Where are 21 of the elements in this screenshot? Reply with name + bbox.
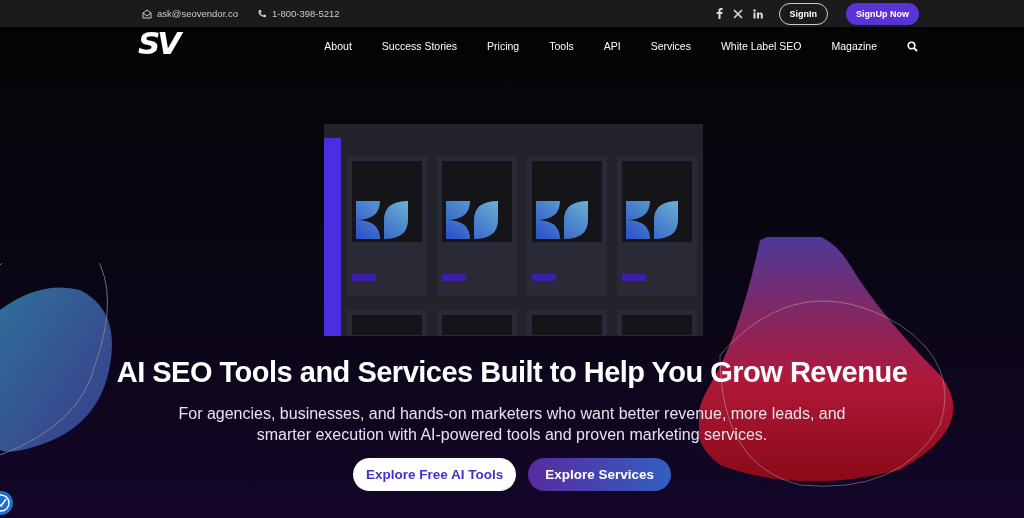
nav-link[interactable]: API xyxy=(603,40,621,52)
x-icon[interactable] xyxy=(732,8,743,19)
phone-icon xyxy=(256,8,267,19)
email-link[interactable]: ask@seovendor.co xyxy=(157,8,238,19)
phone-link[interactable]: 1-800-398-5212 xyxy=(271,8,340,19)
nav-link[interactable]: White Label SEO xyxy=(720,40,802,52)
logo[interactable]: SV xyxy=(138,28,179,58)
nav-link[interactable]: Tools xyxy=(549,40,574,52)
signup-button[interactable]: SignUp Now xyxy=(846,2,919,25)
linkedin-icon[interactable] xyxy=(752,8,763,19)
facebook-icon[interactable] xyxy=(715,8,723,19)
nav-link[interactable]: Pricing xyxy=(487,40,520,52)
search-icon[interactable] xyxy=(907,40,918,52)
nav-link[interactable]: Services xyxy=(650,40,691,52)
cta-button[interactable]: Explore Services xyxy=(528,458,672,491)
nav-link[interactable]: Magazine xyxy=(831,40,877,52)
accessibility-icon[interactable] xyxy=(0,490,14,516)
mail-icon xyxy=(142,8,152,19)
cta-button[interactable]: Explore Free AI Tools xyxy=(352,458,517,491)
nav-link[interactable]: Success Stories xyxy=(381,40,458,52)
nav-link[interactable]: About xyxy=(324,40,352,52)
